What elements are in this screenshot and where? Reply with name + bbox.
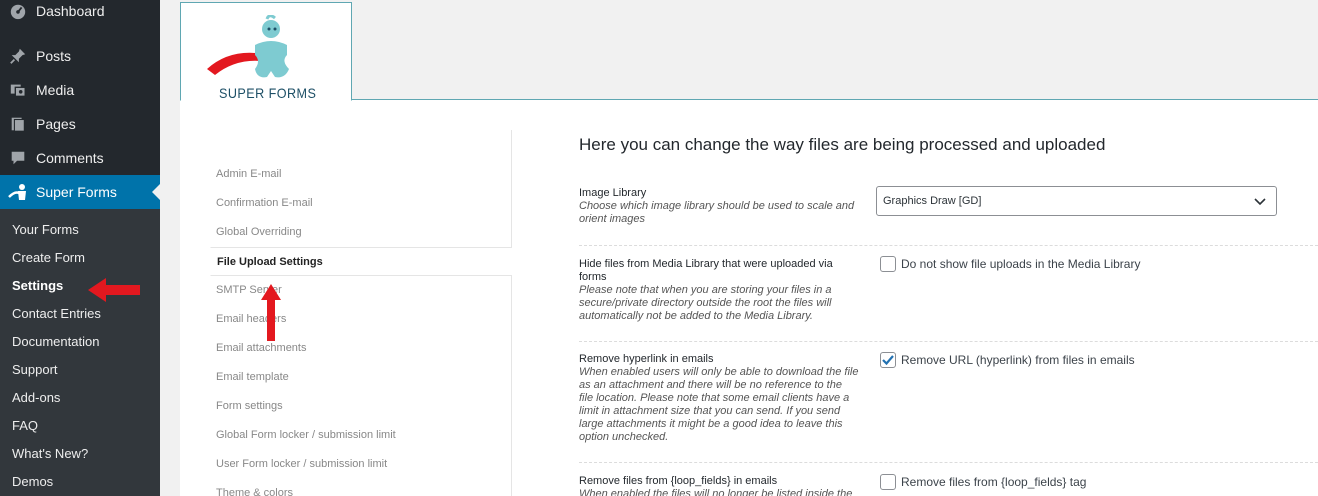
- checkbox-label: Remove files from {loop_fields} tag: [901, 475, 1087, 489]
- menu-pages[interactable]: Pages: [0, 107, 160, 141]
- field-description: Please note that when you are storing yo…: [579, 284, 832, 322]
- logo-wordmark: SUPER FORMS: [219, 85, 317, 101]
- field-title: Image Library: [579, 187, 647, 199]
- image-library-select[interactable]: Graphics Draw [GD]: [876, 186, 1277, 216]
- remove-loop-fields-checkbox[interactable]: Remove files from {loop_fields} tag: [880, 474, 1086, 490]
- remove-hyperlink-checkbox[interactable]: Remove URL (hyperlink) from files in ema…: [880, 352, 1135, 368]
- hide-media-checkbox[interactable]: Do not show file uploads in the Media Li…: [880, 256, 1140, 272]
- tab-global-form-locker[interactable]: Global Form locker / submission limit: [210, 421, 512, 450]
- admin-sidebar: Dashboard Posts Media Pages Comments Sup…: [0, 0, 160, 496]
- tab-file-upload-settings[interactable]: File Upload Settings: [210, 247, 512, 276]
- submenu-documentation[interactable]: Documentation: [12, 328, 160, 356]
- submenu-your-forms[interactable]: Your Forms: [12, 216, 160, 244]
- tab-user-form-locker[interactable]: User Form locker / submission limit: [210, 450, 512, 479]
- tab-theme-colors[interactable]: Theme & colors: [210, 479, 512, 496]
- settings-tabs: Admin E-mail Confirmation E-mail Global …: [210, 130, 512, 496]
- submenu-demos[interactable]: Demos: [12, 468, 160, 496]
- menu-label: Pages: [36, 116, 76, 132]
- divider: [579, 245, 1318, 246]
- menu-label: Dashboard: [36, 3, 105, 19]
- tab-smtp-server[interactable]: SMTP Server: [210, 276, 512, 305]
- remove-loop-fields-label: Remove files from {loop_fields} in email…: [579, 475, 859, 496]
- menu-label: Media: [36, 82, 75, 98]
- chevron-down-icon: [1254, 198, 1266, 206]
- hide-media-label: Hide files from Media Library that were …: [579, 258, 859, 323]
- menu-comments[interactable]: Comments: [0, 141, 160, 175]
- checkbox-label: Remove URL (hyperlink) from files in ema…: [901, 353, 1135, 367]
- tab-admin-email[interactable]: Admin E-mail: [210, 160, 512, 189]
- menu-dashboard[interactable]: Dashboard: [0, 0, 160, 28]
- menu-label: Comments: [36, 150, 104, 166]
- field-description: When enabled the files will no longer be…: [579, 488, 853, 496]
- tab-email-attachments[interactable]: Email attachments: [210, 334, 512, 363]
- checkbox-label: Do not show file uploads in the Media Li…: [901, 257, 1141, 271]
- menu-label: Posts: [36, 48, 72, 64]
- tab-email-headers[interactable]: Email headers: [210, 305, 512, 334]
- field-title: Hide files from Media Library that were …: [579, 258, 833, 283]
- dashboard-icon: [0, 2, 36, 20]
- comment-icon: [0, 149, 36, 167]
- submenu-add-ons[interactable]: Add-ons: [12, 384, 160, 412]
- super-forms-submenu: Your Forms Create Form Settings Contact …: [0, 209, 160, 496]
- annotation-arrow-left: [88, 278, 140, 302]
- divider: [579, 462, 1318, 463]
- checkbox-box[interactable]: [880, 474, 896, 490]
- checkbox-box[interactable]: [880, 352, 896, 368]
- submenu-create-form[interactable]: Create Form: [12, 244, 160, 272]
- settings-page: SUPER FORMS Admin E-mail Confirmation E-…: [180, 0, 1318, 496]
- image-library-label: Image Library Choose which image library…: [579, 187, 859, 226]
- tab-form-settings[interactable]: Form settings: [210, 392, 512, 421]
- pin-icon: [0, 47, 36, 65]
- checkbox-box[interactable]: [880, 256, 896, 272]
- menu-media[interactable]: Media: [0, 73, 160, 107]
- remove-hyperlink-label: Remove hyperlink in emails When enabled …: [579, 353, 859, 444]
- field-description: When enabled users will only be able to …: [579, 366, 859, 443]
- menu-label: Super Forms: [36, 184, 117, 200]
- submenu-faq[interactable]: FAQ: [12, 412, 160, 440]
- submenu-whats-new[interactable]: What's New?: [12, 440, 160, 468]
- field-title: Remove hyperlink in emails: [579, 353, 714, 365]
- field-title: Remove files from {loop_fields} in email…: [579, 475, 778, 487]
- tab-confirmation-email[interactable]: Confirmation E-mail: [210, 189, 512, 218]
- checkmark-icon: [882, 355, 894, 366]
- media-icon: [0, 81, 36, 99]
- super-forms-icon: [0, 183, 36, 201]
- submenu-support[interactable]: Support: [12, 356, 160, 384]
- select-value: Graphics Draw [GD]: [883, 195, 982, 207]
- super-forms-logo: [207, 15, 289, 78]
- divider: [579, 341, 1318, 342]
- field-description: Choose which image library should be use…: [579, 200, 855, 225]
- pages-icon: [0, 115, 36, 133]
- plugin-logo-tab: SUPER FORMS: [180, 2, 352, 101]
- panel-title: Here you can change the way files are be…: [579, 135, 1106, 154]
- submenu-contact-entries[interactable]: Contact Entries: [12, 300, 160, 328]
- menu-posts[interactable]: Posts: [0, 39, 160, 73]
- tab-email-template[interactable]: Email template: [210, 363, 512, 392]
- tab-global-overriding[interactable]: Global Overriding: [210, 218, 512, 247]
- annotation-arrow-up: [261, 284, 281, 341]
- menu-super-forms[interactable]: Super Forms: [0, 175, 160, 209]
